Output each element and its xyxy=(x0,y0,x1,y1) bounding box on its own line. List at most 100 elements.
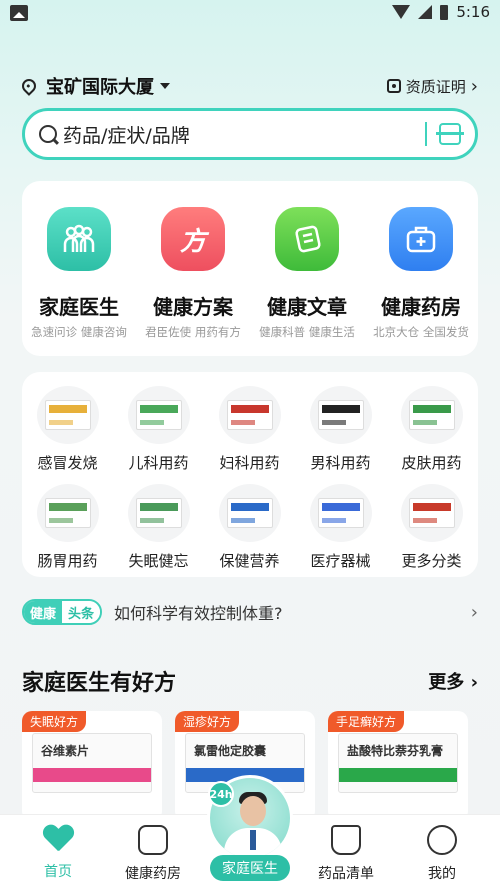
news-headline: 如何科学有效控制体重? xyxy=(114,604,283,623)
status-time: 5:16 xyxy=(456,3,490,21)
service-subtitle: 急速问诊 健康咨询 xyxy=(31,325,127,339)
product-card[interactable]: 失眠好方 谷维素片 xyxy=(22,711,162,821)
search-divider xyxy=(425,122,427,146)
product-name: 氯雷他定胶囊 xyxy=(194,744,267,758)
category-image xyxy=(218,484,281,542)
search-icon xyxy=(39,125,57,143)
service-family-doctor[interactable]: 家庭医生 急速问诊 健康咨询 xyxy=(22,207,136,340)
product-image: 盐酸特比萘芬乳膏 xyxy=(338,733,458,793)
category-item[interactable]: 感冒发烧 xyxy=(22,386,113,473)
category-item[interactable]: 失眠健忘 xyxy=(113,484,204,571)
category-label: 儿科用药 xyxy=(128,454,189,472)
category-label: 更多分类 xyxy=(401,552,462,570)
search-bar[interactable]: 药品/症状/品牌 xyxy=(22,108,478,160)
category-item[interactable]: 男科用药 xyxy=(295,386,386,473)
tab-home[interactable]: 首页 xyxy=(8,825,108,881)
chevron-right-icon: › xyxy=(470,601,478,623)
tab-label: 我的 xyxy=(428,866,456,882)
product-band xyxy=(339,768,457,782)
news-badge: 健康 头条 xyxy=(22,599,103,625)
scan-icon[interactable] xyxy=(436,123,464,145)
service-title: 家庭医生 xyxy=(39,295,119,319)
service-subtitle: 北京大仓 全国发货 xyxy=(373,325,469,339)
category-image xyxy=(309,386,372,444)
location-pin-icon xyxy=(19,76,39,96)
chevron-right-icon: › xyxy=(470,75,478,97)
category-image xyxy=(36,484,99,542)
product-tag: 手足癣好方 xyxy=(328,711,405,732)
qualification-link[interactable]: 资质证明 › xyxy=(386,75,478,97)
article-icon xyxy=(275,207,339,271)
product-tag: 失眠好方 xyxy=(22,711,87,732)
category-label: 男科用药 xyxy=(310,454,371,472)
signal-icon xyxy=(418,5,433,19)
search-input[interactable]: 药品/症状/品牌 xyxy=(63,121,425,148)
category-label: 失眠健忘 xyxy=(128,552,189,570)
section-header: 家庭医生有好方 更多 › xyxy=(22,664,478,698)
category-item[interactable]: 医疗器械 xyxy=(295,484,386,571)
service-health-pharmacy[interactable]: 健康药房 北京大仓 全国发货 xyxy=(364,207,478,340)
tab-medicine-list[interactable]: 药品清单 xyxy=(296,825,396,883)
category-label: 保健营养 xyxy=(219,552,280,570)
service-subtitle: 健康科普 健康生活 xyxy=(259,325,355,339)
caret-down-icon xyxy=(160,83,170,89)
tab-label: 健康药房 xyxy=(125,866,181,882)
category-image xyxy=(400,386,463,444)
plan-icon: 方 xyxy=(161,207,225,271)
category-label: 感冒发烧 xyxy=(37,454,98,472)
service-title: 健康方案 xyxy=(153,295,233,319)
categories-card: 感冒发烧 儿科用药 妇科用药 男科用药 皮肤用药肠胃用药 失眠健忘 保健营养 医疗器械 更多分类 xyxy=(22,372,478,577)
family-icon xyxy=(47,207,111,271)
category-label: 皮肤用药 xyxy=(401,454,462,472)
status-icons: 5:16 xyxy=(392,3,490,21)
category-item[interactable]: 肠胃用药 xyxy=(22,484,113,571)
section-title: 家庭医生有好方 xyxy=(22,671,177,696)
more-link[interactable]: 更多 › xyxy=(428,668,478,694)
category-label: 妇科用药 xyxy=(219,454,280,472)
category-item[interactable]: 妇科用药 xyxy=(204,386,295,473)
tab-mine[interactable]: 我的 xyxy=(392,825,492,883)
qualification-label: 资质证明 xyxy=(405,77,466,96)
tab-label: 药品清单 xyxy=(318,866,374,882)
product-name: 谷维素片 xyxy=(41,744,90,758)
product-tag: 湿疹好方 xyxy=(175,711,240,732)
product-image: 谷维素片 xyxy=(32,733,152,793)
category-image xyxy=(127,386,190,444)
service-subtitle: 君臣佐使 用药有方 xyxy=(145,325,241,339)
bottom-tab-bar: 首页 健康药房 24h 家庭医生 药品清单 我的 xyxy=(0,775,500,888)
certificate-icon xyxy=(386,79,401,93)
medicine-box-icon xyxy=(389,207,453,271)
service-title: 健康文章 xyxy=(267,295,347,319)
product-band xyxy=(33,768,151,782)
category-item[interactable]: 皮肤用药 xyxy=(386,386,477,473)
category-image xyxy=(309,484,372,542)
more-label: 更多 xyxy=(428,672,465,693)
category-image xyxy=(127,484,190,542)
profile-icon xyxy=(427,825,457,855)
heart-icon xyxy=(43,825,73,853)
category-image xyxy=(218,386,281,444)
service-health-article[interactable]: 健康文章 健康科普 健康生活 xyxy=(250,207,364,340)
plan-glyph: 方 xyxy=(179,226,206,257)
health-news-banner[interactable]: 健康 头条 如何科学有效控制体重? › xyxy=(22,596,478,628)
image-notification-icon xyxy=(10,5,28,21)
category-item[interactable]: 更多分类 xyxy=(386,484,477,571)
service-health-plan[interactable]: 方 健康方案 君臣佐使 用药有方 xyxy=(136,207,250,340)
category-item[interactable]: 保健营养 xyxy=(204,484,295,571)
product-name: 盐酸特比萘芬乳膏 xyxy=(347,744,444,758)
category-image xyxy=(400,484,463,542)
wifi-icon xyxy=(392,5,411,19)
battery-icon xyxy=(440,4,449,20)
status-bar: 5:16 xyxy=(0,0,500,28)
location-selector[interactable]: 宝矿国际大厦 xyxy=(19,73,170,99)
news-badge-main: 健康 xyxy=(24,601,63,623)
category-image xyxy=(36,386,99,444)
tab-family-doctor[interactable]: 24h 家庭医生 xyxy=(200,775,300,885)
category-label: 肠胃用药 xyxy=(37,552,98,570)
category-item[interactable]: 儿科用药 xyxy=(113,386,204,473)
location-row: 宝矿国际大厦 资质证明 › xyxy=(19,72,478,100)
tab-label: 家庭医生 xyxy=(210,855,290,881)
tab-health-pharmacy[interactable]: 健康药房 xyxy=(103,825,203,883)
product-card[interactable]: 手足癣好方 盐酸特比萘芬乳膏 xyxy=(328,711,468,821)
services-card: 家庭医生 急速问诊 健康咨询 方 健康方案 君臣佐使 用药有方 健康文章 健康科… xyxy=(22,181,478,356)
